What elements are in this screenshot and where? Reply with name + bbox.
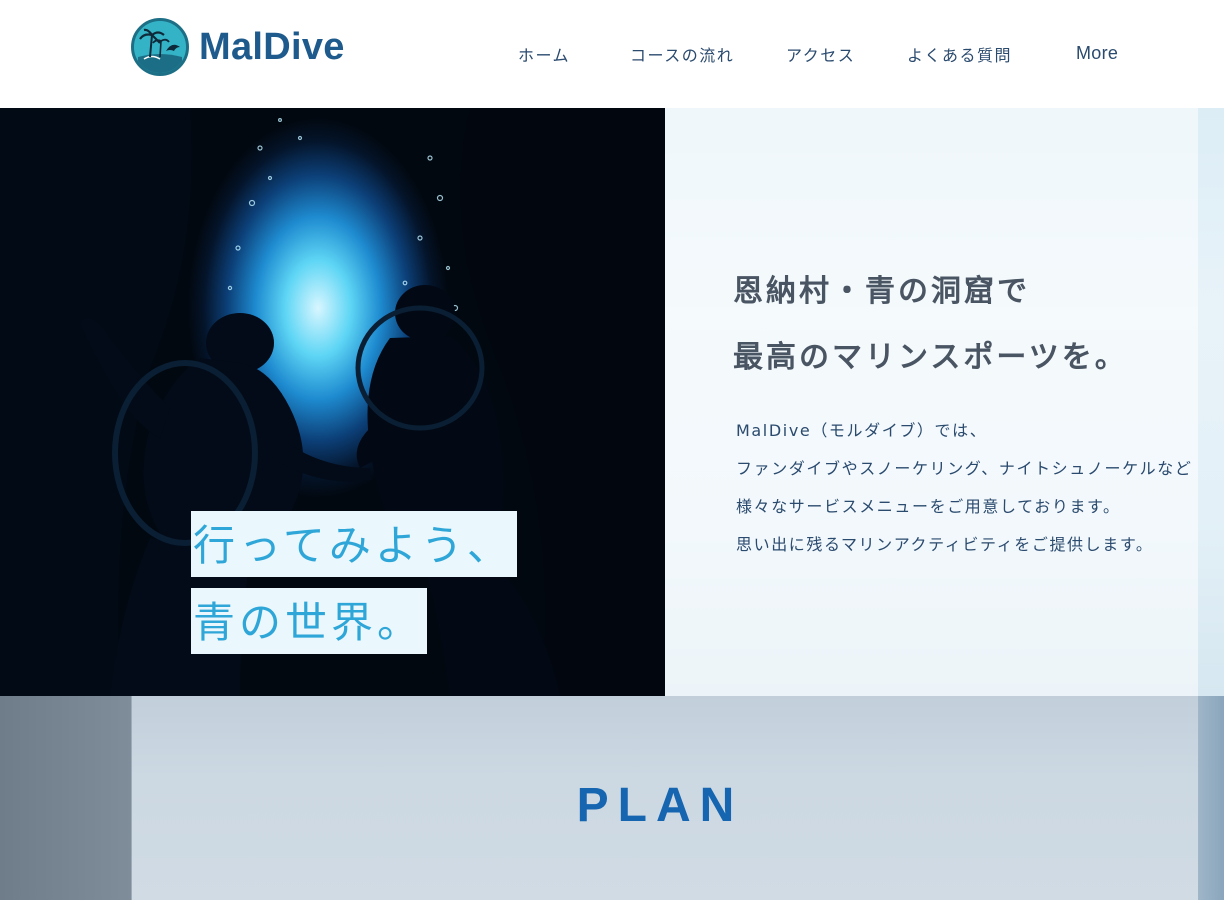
intro-desc-line: 様々なサービスメニューをご用意しております。 [736, 497, 1121, 516]
intro-headline-line2: 最高のマリンスポーツを。 [733, 340, 1128, 375]
intro-panel-overlay [665, 108, 1198, 696]
intro-desc-line: ファンダイブやスノーケリング、ナイトシュノーケルなど [736, 459, 1193, 478]
main-nav: ホーム コースの流れ アクセス よくある質問 More [0, 42, 1224, 68]
hero-tagline-line2: 青の世界。 [191, 588, 428, 654]
hero-cave-photo: 行ってみよう、 青の世界。 [0, 108, 665, 696]
hero-tagline-line1: 行ってみよう、 [191, 511, 517, 577]
intro-desc-line: 思い出に残るマリンアクティビティをご提供します。 [736, 535, 1154, 554]
intro-desc-line: MalDive（モルダイブ）では、 [736, 421, 988, 440]
intro-headline-line1: 恩納村・青の洞窟で [733, 274, 1030, 309]
nav-item-access[interactable]: アクセス [786, 42, 855, 66]
plan-title: PLAN [576, 779, 744, 832]
intro-panel: 恩納村・青の洞窟で 最高のマリンスポーツを。 MalDive（モルダイブ）では、… [665, 108, 1224, 696]
nav-item-faq[interactable]: よくある質問 [907, 42, 1012, 66]
nav-item-more[interactable]: More [1076, 43, 1118, 64]
nav-item-home[interactable]: ホーム [518, 42, 570, 66]
nav-item-course-flow[interactable]: コースの流れ [630, 42, 734, 66]
site-header: MalDive ホーム コースの流れ アクセス よくある質問 More [0, 0, 1224, 108]
